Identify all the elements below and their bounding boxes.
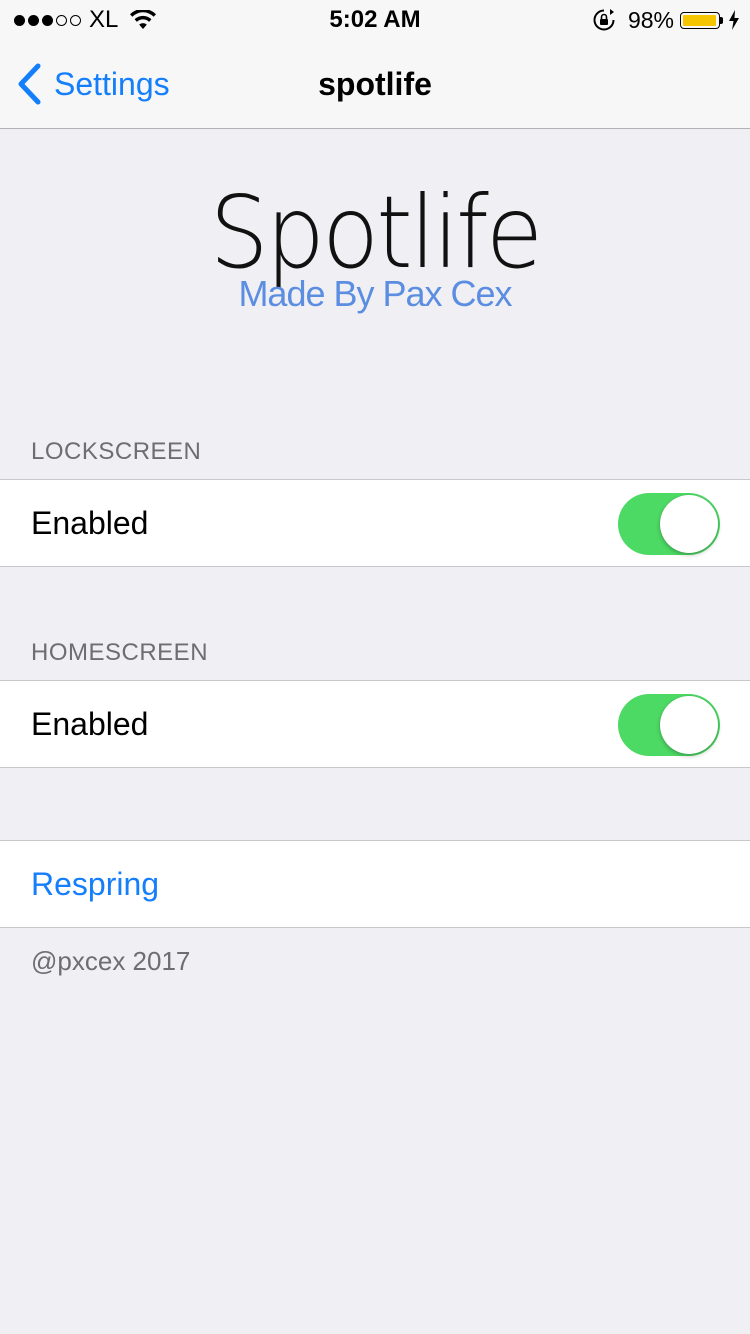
status-right: 98% — [592, 7, 740, 33]
status-bar: XL 5:02 AM 98% — [0, 0, 750, 40]
battery-nub — [720, 16, 723, 24]
page-title: spotlife — [318, 66, 432, 102]
section-header-lockscreen: LOCKSCREEN — [31, 438, 202, 465]
section-header-homescreen: HOMESCREEN — [31, 639, 209, 666]
homescreen-enabled-toggle[interactable] — [618, 694, 720, 756]
cell-label: Enabled — [31, 505, 149, 541]
toggle-knob — [660, 696, 718, 754]
respring-label: Respring — [31, 866, 160, 902]
charging-bolt-icon — [729, 10, 739, 30]
lockscreen-enabled-cell: Enabled — [0, 479, 750, 567]
battery-fill — [683, 14, 717, 26]
cell-label: Enabled — [31, 706, 149, 742]
homescreen-enabled-cell: Enabled — [0, 680, 750, 768]
lockscreen-enabled-toggle[interactable] — [618, 493, 720, 555]
navigation-bar: Settings spotlife — [0, 40, 750, 129]
app-logo-title: Spotlife — [209, 174, 544, 291]
respring-button[interactable]: Respring — [0, 840, 750, 928]
app-subtitle: Made By Pax Cex — [238, 273, 512, 314]
footer-credit: @pxcex 2017 — [31, 946, 191, 976]
toggle-knob — [660, 495, 718, 553]
battery-icon — [680, 11, 720, 29]
battery-percentage: 98% — [627, 6, 674, 33]
rotation-lock-icon — [593, 9, 615, 31]
